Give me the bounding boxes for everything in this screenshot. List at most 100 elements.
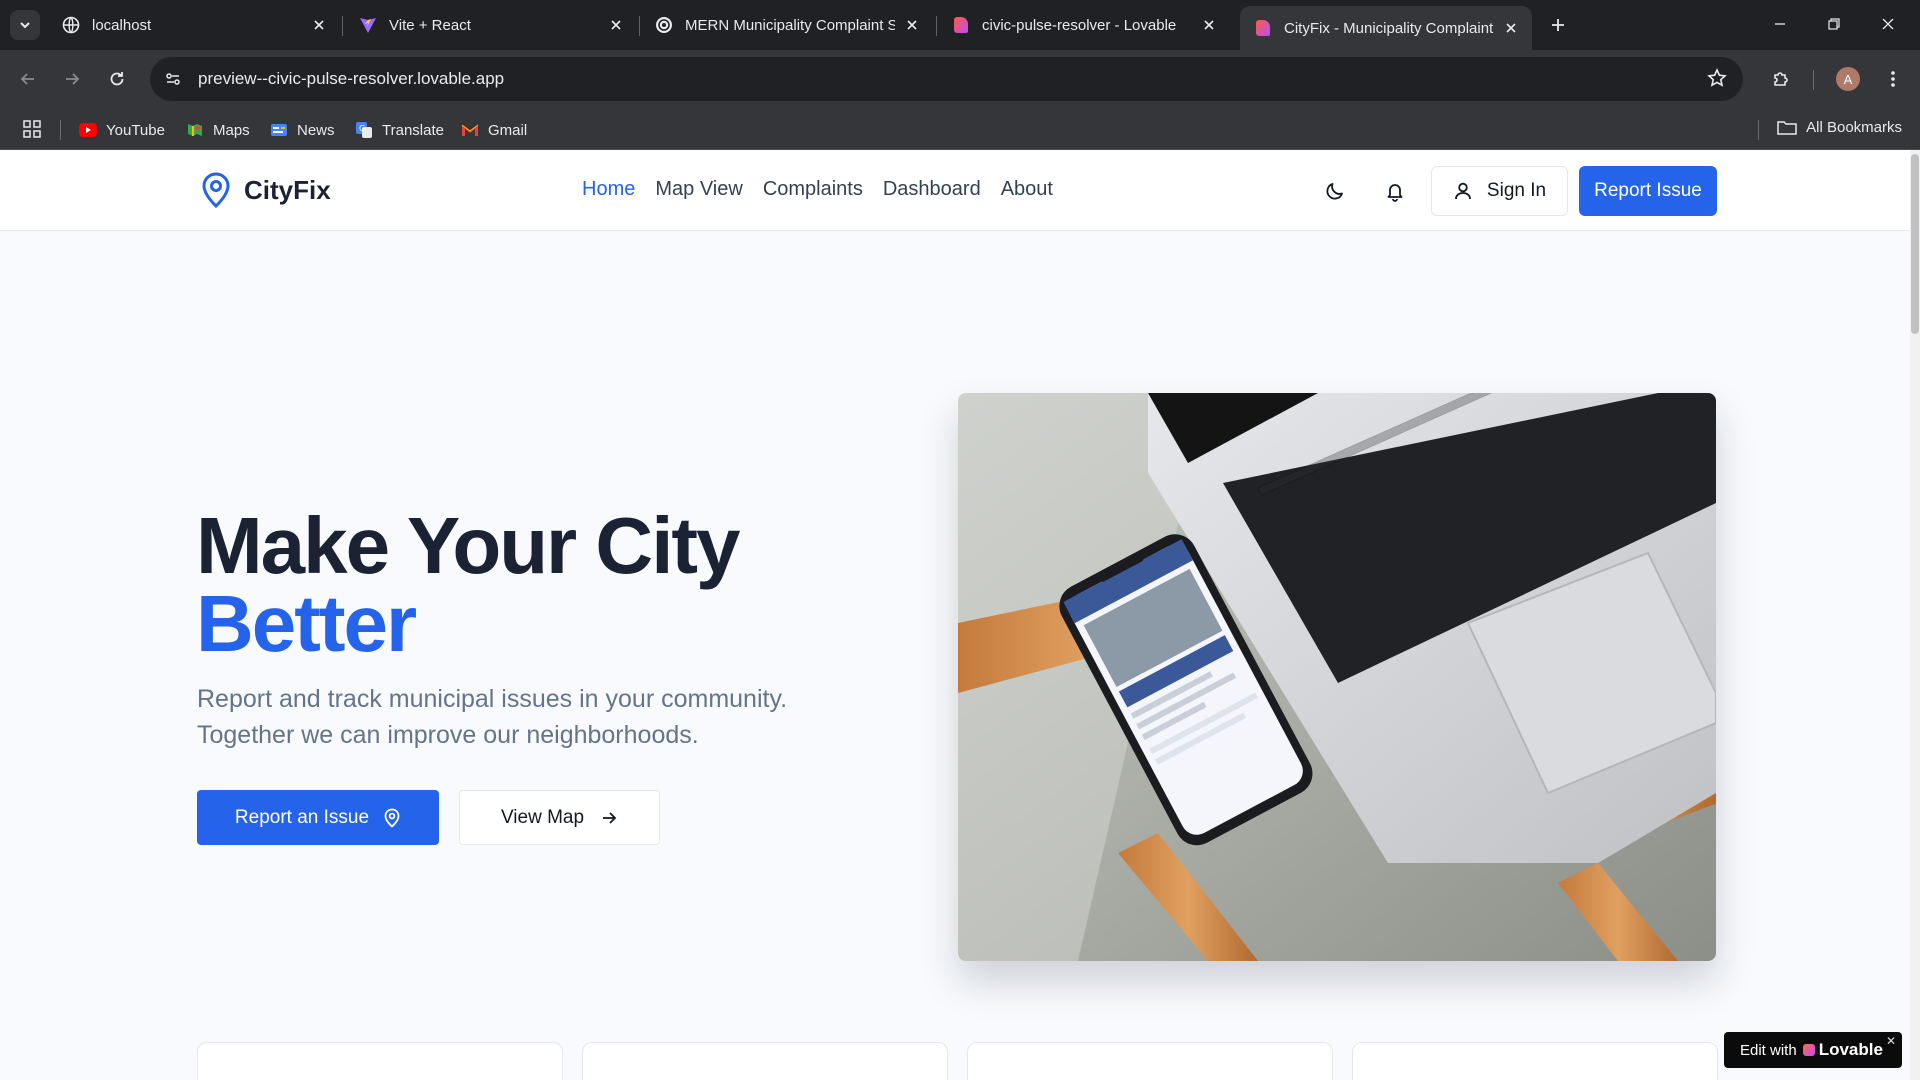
- new-tab-button[interactable]: [1545, 12, 1571, 38]
- report-an-issue-label: Report an Issue: [234, 806, 370, 828]
- news-icon: [270, 121, 288, 139]
- sign-in-button[interactable]: Sign In: [1431, 166, 1568, 216]
- globe-icon: [62, 16, 80, 34]
- all-bookmarks-button[interactable]: All Bookmarks: [1777, 119, 1902, 136]
- browser-tab-vite[interactable]: Vite + React: [345, 8, 637, 42]
- all-bookmarks-label: All Bookmarks: [1806, 119, 1902, 136]
- arrow-right-icon: [66, 73, 80, 85]
- restore-icon: [1828, 18, 1840, 30]
- reload-button[interactable]: [102, 64, 132, 94]
- browser-tab-cityfix[interactable]: CityFix - Municipality Complaint: [1240, 6, 1532, 50]
- bookmark-label: YouTube: [106, 121, 165, 139]
- close-tab-icon[interactable]: [310, 16, 328, 34]
- more-vertical-icon: [1891, 71, 1895, 87]
- edit-with-lovable-badge[interactable]: Edit with Lovable ✕: [1724, 1032, 1902, 1068]
- browser-tabstrip: localhost Vite + React MERN Municipality…: [0, 0, 1920, 50]
- close-icon[interactable]: ✕: [1886, 1034, 1896, 1048]
- close-tab-icon[interactable]: [903, 16, 921, 34]
- map-pin-icon: [383, 808, 401, 828]
- bookmark-label: Gmail: [488, 121, 528, 139]
- puzzle-icon: [1774, 72, 1788, 86]
- tab-divider: [639, 16, 640, 36]
- close-tab-icon[interactable]: [607, 16, 625, 34]
- browser-tab-localhost[interactable]: localhost: [48, 8, 340, 42]
- toolbar-divider: [1813, 70, 1814, 90]
- hero-title-line1: Make Your City: [196, 501, 741, 590]
- close-tab-icon[interactable]: [1200, 16, 1218, 34]
- close-window-button[interactable]: [1860, 0, 1916, 48]
- lovable-brand: Lovable: [1802, 1040, 1883, 1060]
- tab-title: CityFix - Municipality Complaint: [1284, 19, 1494, 37]
- back-button[interactable]: [13, 64, 43, 94]
- minimize-icon: [1775, 23, 1785, 25]
- minimize-button[interactable]: [1752, 0, 1808, 48]
- tab-title: localhost: [92, 16, 152, 34]
- page-scrollbar[interactable]: [1910, 150, 1920, 1080]
- theme-toggle-button[interactable]: [1320, 176, 1350, 206]
- tab-title: MERN Municipality Complaint S: [685, 16, 895, 34]
- report-issue-button[interactable]: Report Issue: [1579, 166, 1717, 216]
- site-logo[interactable]: CityFix: [200, 172, 331, 208]
- feature-card: [197, 1042, 563, 1080]
- bookmark-maps[interactable]: Maps: [186, 119, 250, 141]
- arrow-right-icon: [600, 809, 618, 827]
- site-header: CityFix Home Map View Complaints Dashboa…: [0, 150, 1910, 231]
- moon-icon: [1326, 183, 1343, 200]
- extensions-button[interactable]: [1766, 64, 1796, 94]
- maps-icon: [186, 121, 204, 139]
- bookmark-translate[interactable]: G Translate: [355, 119, 444, 141]
- map-pin-icon: [200, 172, 232, 208]
- browser-tab-civic-pulse[interactable]: civic-pulse-resolver - Lovable: [938, 8, 1230, 42]
- lovable-brand-label: Lovable: [1818, 1040, 1883, 1059]
- nav-home[interactable]: Home: [582, 178, 635, 201]
- nav-about[interactable]: About: [1001, 178, 1053, 201]
- bookmarks-divider: [60, 120, 61, 140]
- site-info-icon[interactable]: [162, 68, 184, 90]
- report-an-issue-button[interactable]: Report an Issue: [197, 790, 439, 845]
- bookmark-star-icon[interactable]: [1707, 68, 1727, 93]
- bookmark-youtube[interactable]: YouTube: [79, 119, 165, 141]
- chevron-down-icon: [20, 22, 30, 29]
- translate-icon: G: [355, 121, 373, 139]
- reload-icon: [110, 72, 124, 86]
- sign-in-label: Sign In: [1486, 180, 1547, 201]
- close-tab-icon[interactable]: [1502, 19, 1520, 37]
- browser-tab-mern[interactable]: MERN Municipality Complaint S: [641, 8, 933, 42]
- hero-image: [958, 393, 1716, 961]
- tab-search-button[interactable]: [10, 10, 40, 40]
- page-viewport: CityFix Home Map View Complaints Dashboa…: [0, 150, 1920, 1080]
- nav-complaints[interactable]: Complaints: [763, 178, 863, 201]
- close-icon: [1882, 18, 1894, 30]
- bookmarks-divider: [1758, 120, 1759, 140]
- notifications-button[interactable]: [1380, 176, 1410, 206]
- hero-title: Make Your City Better: [196, 506, 741, 668]
- scrollbar-thumb[interactable]: [1911, 154, 1919, 334]
- url-text[interactable]: preview--civic-pulse-resolver.lovable.ap…: [198, 69, 504, 89]
- bookmark-news[interactable]: News: [270, 119, 335, 141]
- forward-button[interactable]: [57, 64, 87, 94]
- hero-title-line2: Better: [196, 579, 417, 668]
- main-nav: Home Map View Complaints Dashboard About: [582, 178, 1073, 201]
- bookmarks-bar: YouTube Maps News G Translate Gmail All …: [0, 108, 1920, 150]
- address-bar[interactable]: preview--civic-pulse-resolver.lovable.ap…: [150, 57, 1743, 101]
- arrow-left-icon: [20, 73, 34, 85]
- gmail-icon: [461, 121, 479, 139]
- nav-dashboard[interactable]: Dashboard: [883, 178, 981, 201]
- hero-subtitle: Report and track municipal issues in you…: [197, 685, 788, 749]
- feature-card: [1352, 1042, 1718, 1080]
- restore-button[interactable]: [1806, 0, 1862, 48]
- tab-title: Vite + React: [389, 16, 471, 34]
- bookmark-gmail[interactable]: Gmail: [461, 119, 527, 141]
- laptop-phone-photo: [958, 393, 1716, 961]
- nav-map-view[interactable]: Map View: [655, 178, 742, 201]
- logo-text: CityFix: [244, 174, 331, 205]
- tab-divider: [342, 16, 343, 36]
- browser-toolbar: preview--civic-pulse-resolver.lovable.ap…: [0, 50, 1920, 108]
- view-map-button[interactable]: View Map: [459, 790, 660, 845]
- profile-button[interactable]: A: [1833, 64, 1863, 94]
- bell-icon: [1387, 184, 1403, 202]
- apps-grid-icon[interactable]: [22, 119, 42, 144]
- badge-prefix: Edit with: [1740, 1041, 1797, 1059]
- chrome-menu-button[interactable]: [1878, 64, 1908, 94]
- avatar: A: [1836, 67, 1860, 91]
